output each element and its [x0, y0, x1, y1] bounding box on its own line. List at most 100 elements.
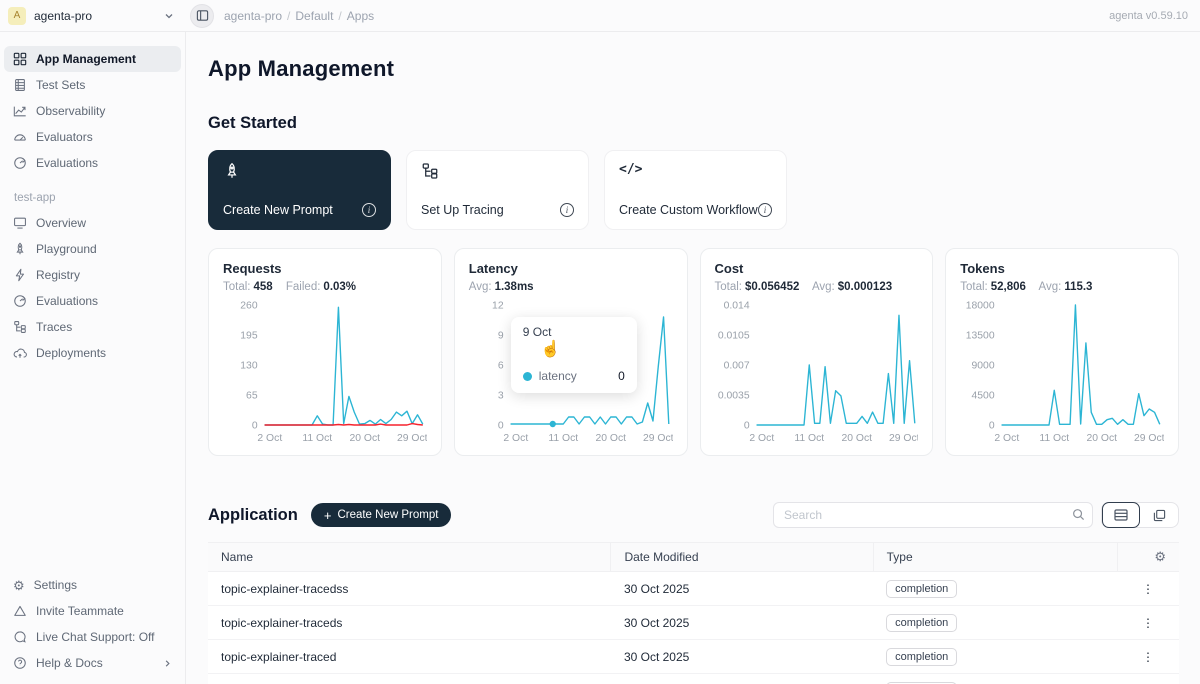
sidebar-item-overview[interactable]: Overview — [4, 210, 181, 236]
search-icon[interactable] — [1072, 508, 1085, 521]
set-up-tracing-card[interactable]: Set Up Tracing — [406, 150, 589, 230]
table-row[interactable]: topic-explainer-tracedss 30 Oct 2025 com… — [208, 572, 1179, 606]
row-menu-button[interactable] — [1117, 674, 1179, 684]
main-content: App Management Get Started Create New Pr… — [187, 32, 1200, 684]
sidebar-item-evaluations-app[interactable]: Evaluations — [4, 288, 181, 314]
chart-title: Requests — [223, 261, 427, 276]
card-label: Create Custom Workflow — [619, 203, 758, 217]
sidebar-item-evaluations[interactable]: Evaluations — [4, 150, 181, 176]
latency-chart-card: Latency Avg:1.38ms 0369122 Oct11 Oct20 O… — [454, 248, 688, 456]
info-icon[interactable] — [362, 203, 376, 217]
sidebar-item-traces[interactable]: Traces — [4, 314, 181, 340]
sidebar-panel-icon — [196, 9, 209, 22]
create-new-prompt-button[interactable]: Create New Prompt — [311, 503, 452, 527]
sidebar-item-observability[interactable]: Observability — [4, 98, 181, 124]
app-name: career-assessment — [208, 674, 611, 684]
sidebar-item-label: Overview — [36, 216, 86, 230]
stat-value: 458 — [254, 281, 273, 293]
table-view-button[interactable] — [1102, 502, 1140, 528]
column-header-type: Type — [873, 543, 1117, 572]
info-icon[interactable] — [560, 203, 574, 217]
table-row[interactable]: topic-explainer-traceds 30 Oct 2025 comp… — [208, 606, 1179, 640]
svg-text:9000: 9000 — [972, 360, 995, 371]
stat-label: Avg: — [812, 281, 835, 293]
sidebar-item-label: Settings — [34, 578, 77, 592]
sidebar-collapse-button[interactable] — [190, 4, 214, 28]
svg-text:2 Oct: 2 Oct — [749, 433, 774, 444]
row-menu-button[interactable] — [1117, 606, 1179, 640]
svg-text:29 Oct: 29 Oct — [397, 433, 427, 444]
row-menu-button[interactable] — [1117, 572, 1179, 606]
cost-chart-card: Cost Total:$0.056452 Avg:$0.000123 00.00… — [700, 248, 934, 456]
tooltip-date: 9 Oct — [523, 325, 625, 339]
sidebar-item-test-sets[interactable]: Test Sets — [4, 72, 181, 98]
svg-text:20 Oct: 20 Oct — [349, 433, 380, 444]
breadcrumb-project[interactable]: Default — [287, 9, 333, 23]
sidebar-item-label: Evaluators — [36, 130, 93, 144]
tooltip-series-name: latency — [539, 369, 577, 383]
app-date: 27 Oct 2025 — [611, 674, 873, 684]
app-name: topic-explainer-traceds — [208, 606, 611, 640]
legend-dot-icon — [523, 372, 532, 381]
chart-tooltip: 9 Oct latency 0 — [511, 317, 637, 393]
info-icon[interactable] — [758, 203, 772, 217]
tooltip-value: 0 — [618, 369, 625, 383]
svg-text:0.0105: 0.0105 — [717, 330, 749, 341]
rocket-icon — [13, 242, 27, 256]
stat-value: 52,806 — [991, 281, 1026, 293]
table-row[interactable]: topic-explainer-traced 30 Oct 2025 compl… — [208, 640, 1179, 674]
column-settings-gear-icon[interactable] — [1154, 549, 1166, 565]
sidebar: App Management Test Sets Observability E… — [0, 32, 186, 684]
sidebar-item-live-chat[interactable]: Live Chat Support: Off — [4, 624, 181, 650]
table-row[interactable]: career-assessment 27 Oct 2025 completion — [208, 674, 1179, 684]
stat-label: Total: — [223, 281, 251, 293]
search-input[interactable] — [773, 502, 1093, 528]
sidebar-item-invite-teammate[interactable]: Invite Teammate — [4, 598, 181, 624]
view-toggle — [1101, 502, 1179, 528]
sidebar-item-help-docs[interactable]: Help & Docs — [4, 650, 181, 676]
svg-text:2 Oct: 2 Oct — [995, 433, 1020, 444]
sidebar-item-playground[interactable]: Playground — [4, 236, 181, 262]
create-custom-workflow-card[interactable]: </> Create Custom Workflow — [604, 150, 787, 230]
card-label: Set Up Tracing — [421, 203, 504, 217]
svg-text:20 Oct: 20 Oct — [595, 433, 626, 444]
chart-title: Latency — [469, 261, 673, 276]
sidebar-item-registry[interactable]: Registry — [4, 262, 181, 288]
sidebar-item-label: App Management — [36, 52, 136, 66]
sidebar-item-settings[interactable]: ⚙ Settings — [4, 572, 181, 598]
chart-title: Tokens — [960, 261, 1164, 276]
breadcrumb-page[interactable]: Apps — [338, 9, 374, 23]
sidebar-item-deployments[interactable]: Deployments — [4, 340, 181, 366]
row-menu-button[interactable] — [1117, 640, 1179, 674]
breadcrumb-workspace[interactable]: agenta-pro — [224, 9, 282, 23]
svg-text:12: 12 — [492, 300, 504, 311]
workspace-selector[interactable]: A agenta-pro — [0, 0, 186, 31]
app-date: 30 Oct 2025 — [611, 606, 873, 640]
create-new-prompt-card[interactable]: Create New Prompt — [208, 150, 391, 230]
lightning-icon — [13, 268, 27, 282]
observability-icon — [13, 104, 27, 118]
get-started-heading: Get Started — [208, 114, 1179, 133]
breadcrumb[interactable]: agenta-pro Default Apps — [224, 9, 374, 23]
requests-chart-card: Requests Total:458 Failed:0.03% 06513019… — [208, 248, 442, 456]
rocket-icon — [223, 162, 241, 180]
get-started-cards: Create New Prompt Set Up Tracing </> Cre… — [208, 150, 1179, 230]
svg-text:2 Oct: 2 Oct — [257, 433, 282, 444]
type-badge: completion — [886, 580, 957, 598]
sidebar-item-label: Observability — [36, 104, 105, 118]
sidebar-item-evaluators[interactable]: Evaluators — [4, 124, 181, 150]
sidebar-item-app-management[interactable]: App Management — [4, 46, 181, 72]
card-label: Create New Prompt — [223, 203, 333, 217]
sidebar-app-section-label: test-app — [14, 192, 181, 204]
svg-text:4500: 4500 — [972, 390, 995, 401]
cost-line-chart: 00.00350.0070.01050.0142 Oct11 Oct20 Oct… — [715, 297, 919, 447]
card-view-button[interactable] — [1140, 502, 1178, 528]
monitor-icon — [13, 216, 27, 230]
svg-text:20 Oct: 20 Oct — [1087, 433, 1118, 444]
sidebar-item-label: Invite Teammate — [36, 604, 124, 618]
svg-text:0.007: 0.007 — [723, 360, 749, 371]
chevron-right-icon — [163, 659, 172, 668]
app-name: topic-explainer-tracedss — [208, 572, 611, 606]
gear-icon: ⚙ — [13, 579, 25, 592]
app-name: topic-explainer-traced — [208, 640, 611, 674]
